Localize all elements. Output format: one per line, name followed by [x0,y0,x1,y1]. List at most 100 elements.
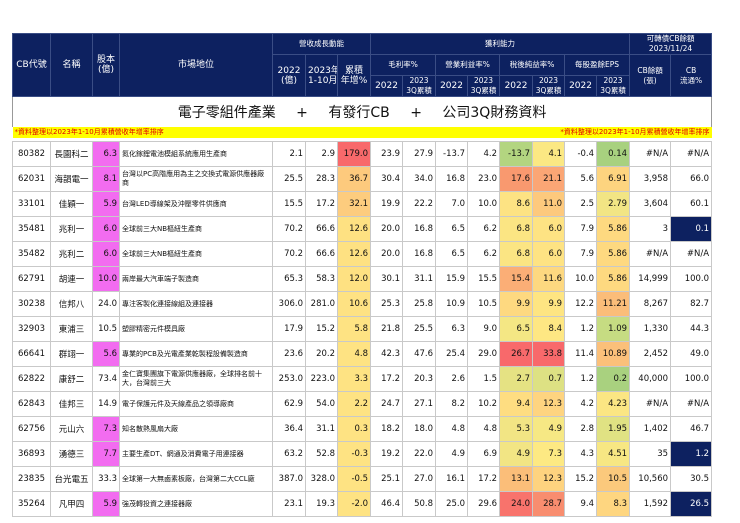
cell-op-2022: 25.4 [435,341,469,367]
col-cb-balance: CB餘額 (張) [629,54,672,97]
cell-name: 海韻電一 [50,166,93,192]
cell-cb-code: 32903 [12,316,51,342]
title-row: 電子零組件產業 + 有發行CB + 公司3Q財務資料 [11,96,713,127]
cell-rev-2022: 23.6 [272,341,306,367]
cell-net-2023: 6.0 [532,216,566,242]
group-net-margin: 稅後純益率% [499,54,566,76]
cell-rev-2023: 17.2 [305,191,338,217]
cell-gross-2023: 27.9 [402,141,437,167]
cell-rev-2023: 66.6 [305,241,338,267]
cell-cb-float: 60.1 [670,191,713,217]
table-row: 35482 兆利二 6.0 全球前三大NB樞紐生產商 70.2 66.6 12.6 20.0 1… [12,241,713,267]
table-row: 62791 胡連一 10.0 兩岸最大汽車端子製造商 65.3 58.3 12.0 30.1 3… [12,266,713,292]
l: 2023 [538,76,559,86]
cell-name: 胡連一 [50,266,93,292]
cell-name: 凡甲四 [50,491,93,517]
cell-market-position: 全球前三大NB樞紐生產商 [119,241,273,267]
cell-rev-2022: 36.4 [272,416,306,442]
cell-cb-code: 62791 [12,266,51,292]
table-row: 33101 佳穎一 5.9 台灣LED導線架及沖壓零件供應商 15.5 17.2 32.1 1… [12,191,713,217]
l: 年增% [340,75,368,86]
title-plus: + [296,105,308,121]
cell-gross-2022: 19.2 [370,441,404,467]
cell-rev-yoy: 4.8 [336,341,372,367]
col-rev2022: 2022 (億) [272,54,306,97]
cell-rev-2023: 66.6 [305,216,338,242]
cell-rev-2023: 328.0 [305,466,338,492]
l: 3Q累積 [470,86,497,95]
group-revenue: 營收成長動能 [271,33,372,55]
cell-rev-yoy: 5.8 [336,316,372,342]
cell-rev-2023: 2.9 [305,141,338,167]
cell-gross-2023: 27.0 [402,466,437,492]
cell-capital: 73.4 [92,366,120,392]
cell-rev-2023: 223.0 [305,366,338,392]
cell-rev-2022: 17.9 [272,316,306,342]
col-market: 市場地位 [119,33,273,97]
cell-market-position: 知名散熱風扇大廠 [119,416,273,442]
cell-rev-2022: 63.2 [272,441,306,467]
cell-op-2023: 4.8 [467,416,501,442]
cell-cb-balance: 1,592 [629,491,672,517]
page-title: 電子零組件產業 + 有發行CB + 公司3Q財務資料 [11,96,713,127]
cell-rev-2022: 306.0 [272,291,306,317]
cb-date: 2023/11/24 [648,44,693,53]
cell-cb-code: 35482 [12,241,51,267]
sort-note-left: *資料整理以2023年1-10月累積營收年增率排序 [12,127,371,138]
cell-eps-2022: 7.9 [564,216,598,242]
year-2022: 2022 [370,75,404,97]
cell-net-2022: 4.9 [499,441,534,467]
cell-eps-2023: 5.86 [596,266,631,292]
l: (億) [280,75,298,86]
year-2022: 2022 [435,75,469,97]
cell-net-2023: 8.4 [532,316,566,342]
table-row: 23835 台光電五 33.3 全球第一大無鹵素板廠，台灣第二大CCL廠 387.0 32… [12,466,713,492]
cell-capital: 6.0 [92,241,120,267]
cell-op-2023: 10.0 [467,191,501,217]
cell-cb-balance: 40,000 [629,366,672,392]
year-2023-3q: 2023 3Q累積 [402,75,437,97]
cell-op-2023: 6.2 [467,216,501,242]
cell-eps-2023: 8.3 [596,491,631,517]
cell-name: 長園科二 [50,141,93,167]
cell-op-2022: 16.1 [435,466,469,492]
cell-rev-2023: 19.3 [305,491,338,517]
cell-gross-2022: 21.8 [370,316,404,342]
cell-op-2022: 10.9 [435,291,469,317]
cell-eps-2022: 2.8 [564,416,598,442]
l: 流通% [679,75,703,85]
cell-capital: 8.1 [92,166,120,192]
cell-net-2022: 2.7 [499,366,534,392]
cell-eps-2022: 4.2 [564,391,598,417]
table-row: 62843 佳邦三 14.9 電子保護元件及天線產品之領導廠商 62.9 54.0 2.2 2… [12,391,713,417]
cell-cb-balance: 3,958 [629,166,672,192]
cell-cb-float: 1.2 [670,441,713,467]
cell-gross-2023: 31.1 [402,266,437,292]
title-industry: 電子零組件產業 [177,105,276,121]
table-row: 32903 東浦三 10.5 塑膠精密元件模具廠 17.9 15.2 5.8 21.8 25.5… [12,316,713,342]
cell-rev-yoy: 36.7 [336,166,372,192]
cell-rev-2022: 253.0 [272,366,306,392]
cell-cb-float: 100.0 [670,366,713,392]
cell-rev-yoy: 12.6 [336,241,372,267]
cell-gross-2023: 20.3 [402,366,437,392]
cell-gross-2023: 47.6 [402,341,437,367]
sort-note-right: *資料整理以2023年1-10月累積營收年增率排序 [370,127,712,138]
cell-cb-balance: #N/A [629,141,672,167]
table-row: 36893 湧德三 7.7 主要生產DT、網通及消費電子用連接器 63.2 52.8 -0.… [12,441,713,467]
col-cb-code: CB代號 [12,33,51,97]
cell-cb-balance: 14,999 [629,266,672,292]
cell-net-2022: 9.9 [499,291,534,317]
cell-name: 康舒二 [50,366,93,392]
cell-op-2023: 4.2 [467,141,501,167]
cell-op-2023: 1.5 [467,366,501,392]
cell-rev-2023: 15.2 [305,316,338,342]
cell-rev-2022: 70.2 [272,216,306,242]
cell-gross-2022: 23.9 [370,141,404,167]
cell-cb-code: 36893 [12,441,51,467]
l: 累積 [345,65,364,76]
cell-net-2022: 6.8 [499,216,534,242]
cell-net-2023: 21.1 [532,166,566,192]
table-row: 30238 信邦八 24.0 專注客製化連接線組及連接器 306.0 281.0 10.6 2… [12,291,713,317]
cell-rev-yoy: 12.0 [336,266,372,292]
